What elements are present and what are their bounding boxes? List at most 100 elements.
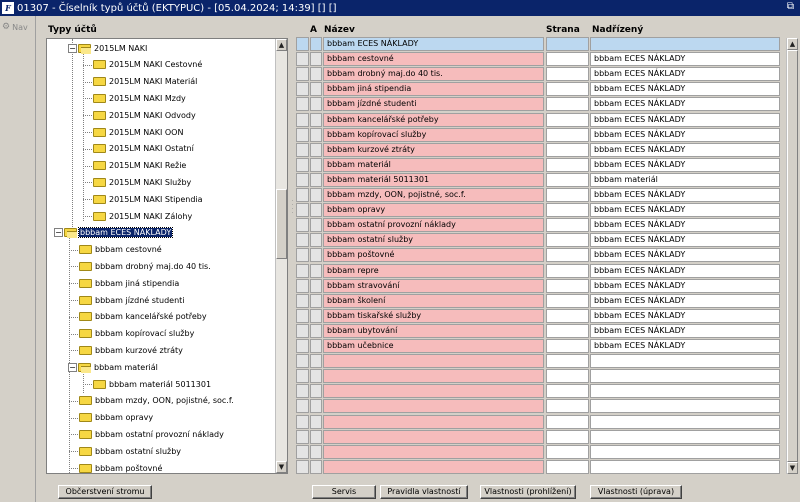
name-cell[interactable]: bbbam ostatní provozní náklady bbox=[323, 218, 544, 233]
table-row[interactable]: bbbam stravování bbbam ECES NÁKLADY bbox=[296, 278, 780, 294]
nadrizeny-cell[interactable]: bbbam ECES NÁKLADY bbox=[590, 67, 780, 82]
tree-item[interactable]: − bbbam ECES NÁKLADY bbox=[54, 225, 174, 241]
nadrizeny-cell[interactable]: bbbam ECES NÁKLADY bbox=[590, 218, 780, 233]
tree-item[interactable]: 2015LM NAKI OON bbox=[93, 124, 184, 140]
table-row[interactable]: bbbam učebnice bbbam ECES NÁKLADY bbox=[296, 339, 780, 354]
row-a-cell[interactable] bbox=[296, 82, 309, 97]
row-b-cell[interactable] bbox=[310, 127, 322, 142]
strana-cell[interactable] bbox=[546, 142, 589, 157]
strana-cell[interactable] bbox=[546, 172, 589, 187]
row-b-cell[interactable] bbox=[310, 354, 322, 369]
name-cell[interactable] bbox=[323, 354, 544, 369]
strana-cell[interactable] bbox=[546, 323, 589, 338]
name-cell[interactable]: bbbam kancelářské potřeby bbox=[323, 112, 544, 127]
row-a-cell[interactable] bbox=[296, 323, 309, 338]
row-a-cell[interactable] bbox=[296, 248, 309, 263]
tree-item[interactable]: 2015LM NAKI Stipendia bbox=[93, 191, 204, 207]
row-a-cell[interactable] bbox=[296, 97, 309, 112]
tree-item[interactable]: bbbam jiná stipendia bbox=[79, 275, 180, 291]
row-b-cell[interactable] bbox=[310, 97, 322, 112]
row-a-cell[interactable] bbox=[296, 112, 309, 127]
strana-cell[interactable] bbox=[546, 248, 589, 263]
row-b-cell[interactable] bbox=[310, 278, 322, 293]
name-cell[interactable] bbox=[323, 429, 544, 444]
tree-scrollbar[interactable]: ▲ ▼ bbox=[275, 39, 287, 473]
row-a-cell[interactable] bbox=[296, 52, 309, 67]
table-row[interactable]: bbbam školení bbbam ECES NÁKLADY bbox=[296, 293, 780, 309]
name-cell[interactable]: bbbam materiál 5011301 bbox=[323, 172, 544, 187]
strana-cell[interactable] bbox=[546, 339, 589, 353]
row-b-cell[interactable] bbox=[310, 339, 322, 353]
collapse-icon[interactable]: − bbox=[54, 228, 63, 238]
nadrizeny-cell[interactable] bbox=[590, 369, 780, 384]
row-a-cell[interactable] bbox=[296, 157, 309, 172]
row-b-cell[interactable] bbox=[310, 82, 322, 97]
strana-cell[interactable] bbox=[546, 188, 589, 202]
col-strana-header[interactable]: Strana bbox=[546, 25, 580, 35]
table-row[interactable]: bbbam jízdné studenti bbbam ECES NÁKLADY bbox=[296, 97, 780, 112]
nadrizeny-cell[interactable]: bbbam ECES NÁKLADY bbox=[590, 52, 780, 67]
row-b-cell[interactable] bbox=[310, 414, 322, 429]
row-b-cell[interactable] bbox=[310, 67, 322, 82]
strana-cell[interactable] bbox=[546, 414, 589, 429]
row-a-cell[interactable] bbox=[296, 293, 309, 308]
name-cell[interactable] bbox=[323, 399, 544, 414]
name-cell[interactable]: bbbam školení bbox=[323, 293, 544, 308]
scroll-up-icon[interactable]: ▲ bbox=[276, 39, 287, 51]
row-b-cell[interactable] bbox=[310, 399, 322, 414]
col-name-header[interactable]: Název bbox=[324, 25, 355, 35]
splitter-grip[interactable]: · · · · bbox=[290, 199, 295, 217]
grid-scroll-thumb[interactable] bbox=[787, 50, 798, 462]
refresh-tree-button[interactable]: Občerstvení stromu bbox=[58, 485, 152, 499]
row-a-cell[interactable] bbox=[296, 278, 309, 293]
name-cell[interactable]: bbbam jízdné studenti bbox=[323, 97, 544, 112]
grid-scroll-down-icon[interactable]: ▼ bbox=[787, 462, 798, 474]
col-nadrizeny-header[interactable]: Nadřízený bbox=[592, 25, 643, 35]
tree-item[interactable]: 2015LM NAKI Režie bbox=[93, 158, 187, 174]
row-b-cell[interactable] bbox=[310, 369, 322, 384]
row-b-cell[interactable] bbox=[310, 293, 322, 308]
name-cell[interactable] bbox=[323, 459, 544, 474]
row-b-cell[interactable] bbox=[310, 188, 322, 202]
tree-item[interactable]: 2015LM NAKI Materiál bbox=[93, 74, 198, 90]
tree-item[interactable]: bbbam kurzové ztráty bbox=[79, 342, 184, 358]
row-b-cell[interactable] bbox=[310, 384, 322, 399]
row-a-cell[interactable] bbox=[296, 188, 309, 202]
row-b-cell[interactable] bbox=[310, 203, 322, 218]
name-cell[interactable]: bbbam jiná stipendia bbox=[323, 82, 544, 97]
row-b-cell[interactable] bbox=[310, 233, 322, 248]
vlastnosti-prohlizeni-button[interactable]: Vlastnosti (prohlížení) bbox=[480, 485, 576, 499]
name-cell[interactable] bbox=[323, 369, 544, 384]
row-a-cell[interactable] bbox=[296, 203, 309, 218]
row-a-cell[interactable] bbox=[296, 263, 309, 278]
strana-cell[interactable] bbox=[546, 354, 589, 369]
nadrizeny-cell[interactable]: bbbam ECES NÁKLADY bbox=[590, 323, 780, 338]
row-a-cell[interactable] bbox=[296, 384, 309, 399]
tree-item[interactable]: bbbam ostatní provozní náklady bbox=[79, 426, 225, 442]
tree-item[interactable]: 2015LM NAKI Mzdy bbox=[93, 90, 187, 106]
row-a-cell[interactable] bbox=[296, 127, 309, 142]
row-a-cell[interactable] bbox=[296, 354, 309, 369]
nadrizeny-cell[interactable] bbox=[590, 444, 780, 459]
row-b-cell[interactable] bbox=[310, 37, 322, 51]
row-b-cell[interactable] bbox=[310, 444, 322, 459]
nadrizeny-cell[interactable]: bbbam ECES NÁKLADY bbox=[590, 112, 780, 127]
row-a-cell[interactable] bbox=[296, 37, 309, 51]
name-cell[interactable]: bbbam repre bbox=[323, 263, 544, 278]
row-b-cell[interactable] bbox=[310, 157, 322, 172]
nadrizeny-cell[interactable]: bbbam ECES NÁKLADY bbox=[590, 263, 780, 278]
table-row[interactable] bbox=[296, 429, 780, 445]
row-a-cell[interactable] bbox=[296, 459, 309, 474]
table-row[interactable] bbox=[296, 399, 780, 414]
strana-cell[interactable] bbox=[546, 37, 589, 51]
name-cell[interactable]: bbbam opravy bbox=[323, 203, 544, 218]
row-b-cell[interactable] bbox=[310, 308, 322, 323]
nadrizeny-cell[interactable] bbox=[590, 459, 780, 474]
table-row[interactable]: bbbam materiál bbbam ECES NÁKLADY bbox=[296, 157, 780, 173]
tree-item[interactable]: bbbam kancelářské potřeby bbox=[79, 309, 208, 325]
nadrizeny-cell[interactable]: bbbam ECES NÁKLADY bbox=[590, 293, 780, 308]
name-cell[interactable]: bbbam kurzové ztráty bbox=[323, 142, 544, 157]
nadrizeny-cell[interactable]: bbbam ECES NÁKLADY bbox=[590, 188, 780, 202]
tree-item[interactable]: bbbam materiál 5011301 bbox=[93, 376, 212, 392]
table-row[interactable] bbox=[296, 384, 780, 399]
